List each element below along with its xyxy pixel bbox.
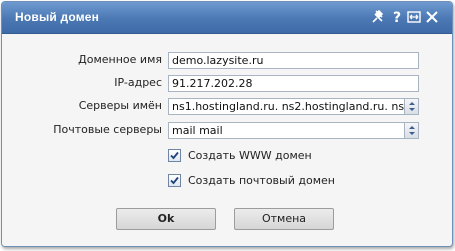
pin-icon[interactable] xyxy=(370,8,388,26)
dialog-title: Новый домен xyxy=(15,10,100,24)
checkmark-icon xyxy=(170,151,179,160)
name-servers-input[interactable]: ns1.hostingland.ru. ns2.hostingland.ru. … xyxy=(168,98,419,115)
close-icon[interactable] xyxy=(423,8,441,26)
ip-address-input[interactable]: 91.217.202.28 xyxy=(168,75,419,92)
name-servers-value: ns1.hostingland.ru. ns2.hostingland.ru. … xyxy=(172,100,412,113)
ok-button[interactable]: Ok xyxy=(116,208,216,230)
name-servers-spinner[interactable] xyxy=(404,99,418,114)
mail-servers-label: Почтовые серверы xyxy=(53,123,162,136)
checkmark-icon xyxy=(170,176,179,185)
resize-icon[interactable] xyxy=(405,8,423,26)
dialog-body: Доменное имя demo.lazysite.ru IP-адрес 9… xyxy=(2,34,452,246)
mail-servers-value: mail mail xyxy=(172,124,223,137)
domain-name-label: Доменное имя xyxy=(78,53,162,66)
ip-address-label: IP-адрес xyxy=(114,76,162,89)
dialog-titlebar[interactable]: Новый домен ? xyxy=(2,2,452,34)
ip-address-value: 91.217.202.28 xyxy=(172,77,253,90)
domain-name-input[interactable]: demo.lazysite.ru xyxy=(168,52,419,69)
create-www-label[interactable]: Создать WWW домен xyxy=(188,149,312,162)
cancel-button[interactable]: Отмена xyxy=(234,208,334,230)
updown-icon xyxy=(408,126,415,135)
mail-servers-spinner[interactable] xyxy=(404,123,418,138)
create-mail-checkbox[interactable] xyxy=(168,174,181,187)
help-icon[interactable]: ? xyxy=(388,8,406,26)
domain-name-value: demo.lazysite.ru xyxy=(172,54,264,67)
mail-servers-input[interactable]: mail mail xyxy=(168,122,419,139)
create-www-checkbox[interactable] xyxy=(168,149,181,162)
name-servers-label: Серверы имён xyxy=(78,99,162,112)
updown-icon xyxy=(408,102,415,111)
create-mail-label[interactable]: Создать почтовый домен xyxy=(188,174,335,187)
new-domain-dialog: Новый домен ? Доменное имя demo.lazysite… xyxy=(1,1,453,247)
svg-text:?: ? xyxy=(393,10,401,26)
